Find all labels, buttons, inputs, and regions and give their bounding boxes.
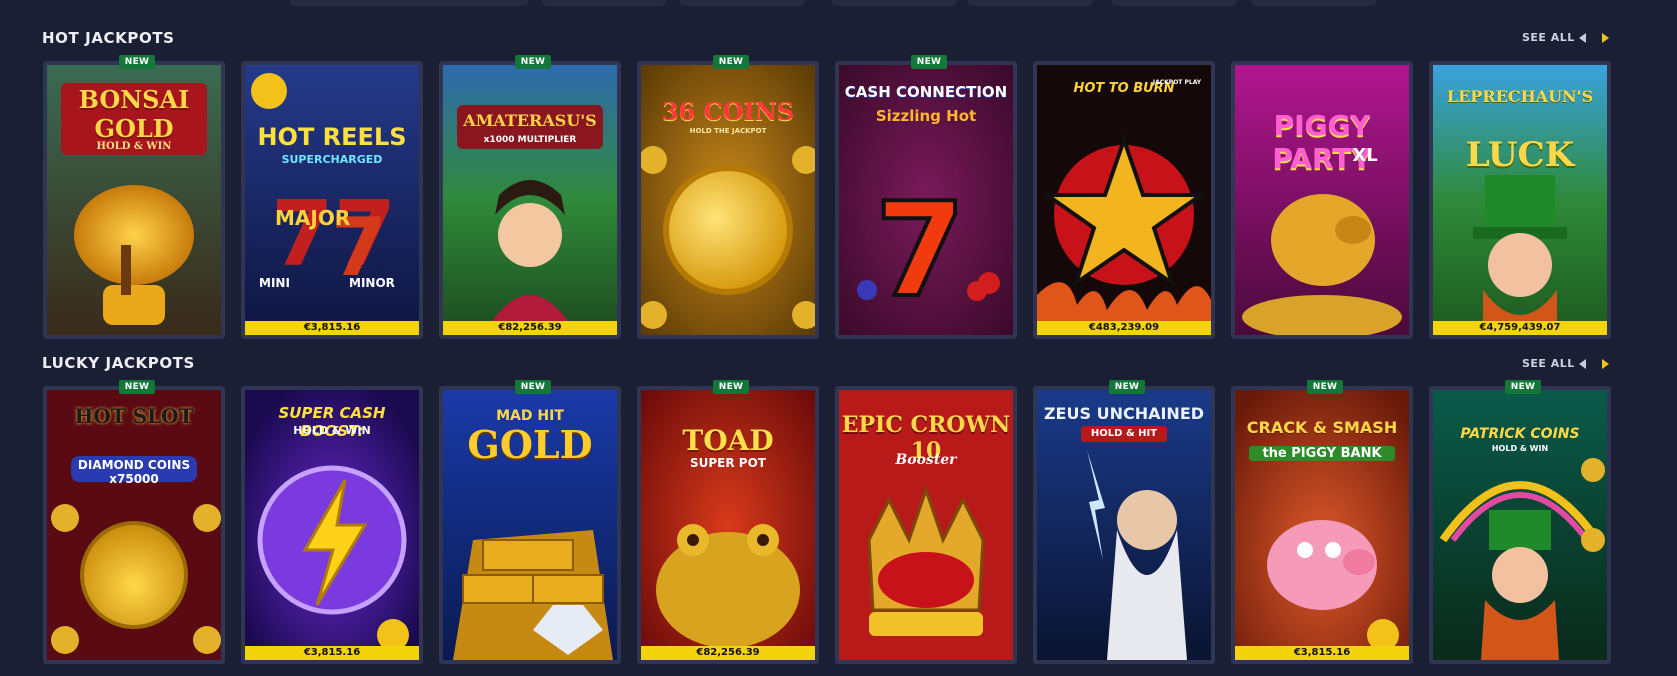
- category-tab[interactable]: [1252, 0, 1376, 6]
- game-tile-hot-slot-diamond-coins[interactable]: HOT SLOT DIAMOND COINS x75000: [43, 386, 225, 664]
- game-subtitle: HOLD & HIT: [1081, 426, 1167, 442]
- new-badge: NEW: [1307, 380, 1343, 394]
- new-badge: NEW: [911, 55, 947, 69]
- game-subtitle: XL: [1352, 145, 1378, 166]
- game-title: CRACK & SMASH: [1246, 418, 1398, 437]
- game-title: AMATERASU'S: [463, 111, 597, 130]
- game-subtitle: GOLD: [467, 422, 593, 467]
- svg-text:MINOR: MINOR: [349, 276, 395, 290]
- chevron-right-icon[interactable]: [1599, 357, 1613, 371]
- section-title: HOT JACKPOTS: [42, 29, 175, 47]
- game-subtitle: DIAMOND COINS x75000: [77, 458, 191, 486]
- game-subtitle: Booster: [895, 452, 957, 468]
- game-title: LEPRECHAUN'S: [1446, 87, 1594, 106]
- jackpot-amount: €82,256.39: [641, 646, 815, 660]
- game-title: CASH CONNECTION: [844, 83, 1008, 101]
- game-subtitle: SUPER POT: [690, 456, 766, 470]
- game-tile-crack-and-smash-the-piggy-bank[interactable]: CRACK & SMASH the PIGGY BANK €3,815.16: [1231, 386, 1413, 664]
- svg-text:MINI: MINI: [259, 276, 290, 290]
- see-all-link[interactable]: SEE ALL: [1522, 357, 1575, 370]
- chevron-left-icon[interactable]: [1575, 357, 1589, 371]
- game-tile-hot-reels[interactable]: 77 7 MAJOR MINI MINOR HOT REELS SUPERCHA…: [241, 61, 423, 339]
- category-tab[interactable]: [968, 0, 1092, 6]
- category-tab[interactable]: [832, 0, 956, 6]
- new-badge: NEW: [1109, 380, 1145, 394]
- chevron-left-icon[interactable]: [1575, 31, 1589, 45]
- game-tile-toad-super-pot[interactable]: TOAD SUPER POT €82,256.39: [637, 386, 819, 664]
- game-title: HOT SLOT: [74, 404, 194, 428]
- new-badge: NEW: [713, 55, 749, 69]
- game-tile-mad-hit-gold[interactable]: MAD HIT GOLD: [439, 386, 621, 664]
- game-tile-lucky-patrick-coins[interactable]: PATRICK COINS HOLD & WIN: [1429, 386, 1611, 664]
- new-badge: NEW: [713, 380, 749, 394]
- game-title: BONSAI GOLD: [78, 85, 190, 143]
- game-art: [1037, 65, 1211, 335]
- jackpot-amount: €3,815.16: [245, 646, 419, 660]
- category-tab[interactable]: [542, 0, 666, 6]
- game-subtitle: HOLD & WIN: [96, 141, 172, 152]
- game-subtitle: JACKPOT PLAY: [1152, 79, 1202, 86]
- new-badge: NEW: [515, 55, 551, 69]
- game-title: PATRICK COINS: [1460, 426, 1580, 442]
- category-tab[interactable]: [404, 0, 528, 6]
- game-tile-zeus-unchained[interactable]: ZEUS UNCHAINED HOLD & HIT: [1033, 386, 1215, 664]
- game-subtitle: HOLD & WIN: [293, 424, 371, 437]
- svg-text:MAJOR: MAJOR: [275, 206, 350, 230]
- game-tile-bonsai-gold[interactable]: BONSAI GOLD HOLD & WIN: [43, 61, 225, 339]
- game-art: 77 7 MAJOR MINI MINOR: [245, 65, 419, 335]
- game-subtitle: the PIGGY BANK: [1249, 446, 1395, 461]
- game-art: 7: [839, 65, 1013, 335]
- game-subtitle: SUPERCHARGED: [281, 153, 383, 166]
- game-subtitle: LUCK: [1465, 135, 1575, 175]
- jackpot-amount: €3,815.16: [1235, 646, 1409, 660]
- game-subtitle: Sizzling Hot: [875, 107, 977, 125]
- game-subtitle: HOLD & WIN: [1491, 444, 1549, 453]
- jackpot-amount: €82,256.39: [443, 321, 617, 335]
- category-tab[interactable]: [680, 0, 804, 6]
- game-tile-super-cash-boost[interactable]: SUPER CASH BOOST: HOLD & WIN €3,815.16: [241, 386, 423, 664]
- game-tile-36-coins[interactable]: 36 COINS HOLD THE JACKPOT: [637, 61, 819, 339]
- svg-text:7: 7: [875, 174, 965, 326]
- see-all-link[interactable]: SEE ALL: [1522, 31, 1575, 44]
- game-title: TOAD: [682, 424, 774, 457]
- game-title: 36 COINS: [661, 97, 795, 126]
- game-art: [1235, 65, 1409, 335]
- game-tile-epic-crown-10-booster[interactable]: EPIC CROWN 10 Booster: [835, 386, 1017, 664]
- new-badge: NEW: [1505, 380, 1541, 394]
- game-title: HOT REELS: [257, 123, 407, 151]
- jackpot-amount: €3,815.16: [245, 321, 419, 335]
- game-subtitle: HOLD THE JACKPOT: [689, 127, 767, 135]
- game-art: [47, 390, 221, 660]
- game-title: ZEUS UNCHAINED: [1043, 404, 1205, 423]
- new-badge: NEW: [119, 55, 155, 69]
- category-tab[interactable]: [290, 0, 414, 6]
- chevron-right-icon[interactable]: [1599, 31, 1613, 45]
- top-category-strip: [0, 0, 1677, 8]
- new-badge: NEW: [515, 380, 551, 394]
- game-subtitle: x1000 MULTIPLIER: [483, 135, 577, 145]
- category-tab[interactable]: [1112, 0, 1236, 6]
- game-tile-amaterasus-treasures[interactable]: AMATERASU'S x1000 MULTIPLIER €82,256.39: [439, 61, 621, 339]
- jackpot-amount: €483,239.09: [1037, 321, 1211, 335]
- new-badge: NEW: [119, 380, 155, 394]
- game-tile-cash-connection-sizzling-hot[interactable]: 7 CASH CONNECTION Sizzling Hot: [835, 61, 1017, 339]
- game-tile-piggy-party-xl[interactable]: PIGGY PARTY XL: [1231, 61, 1413, 339]
- game-art: [443, 65, 617, 335]
- jackpot-amount: €4,759,439.07: [1433, 321, 1607, 335]
- game-tile-hot-to-burn[interactable]: HOT TO BURN JACKPOT PLAY €483,239.09: [1033, 61, 1215, 339]
- game-tile-leprechauns-luck[interactable]: LEPRECHAUN'S LUCK €4,759,439.07: [1429, 61, 1611, 339]
- section-title: LUCKY JACKPOTS: [42, 354, 195, 372]
